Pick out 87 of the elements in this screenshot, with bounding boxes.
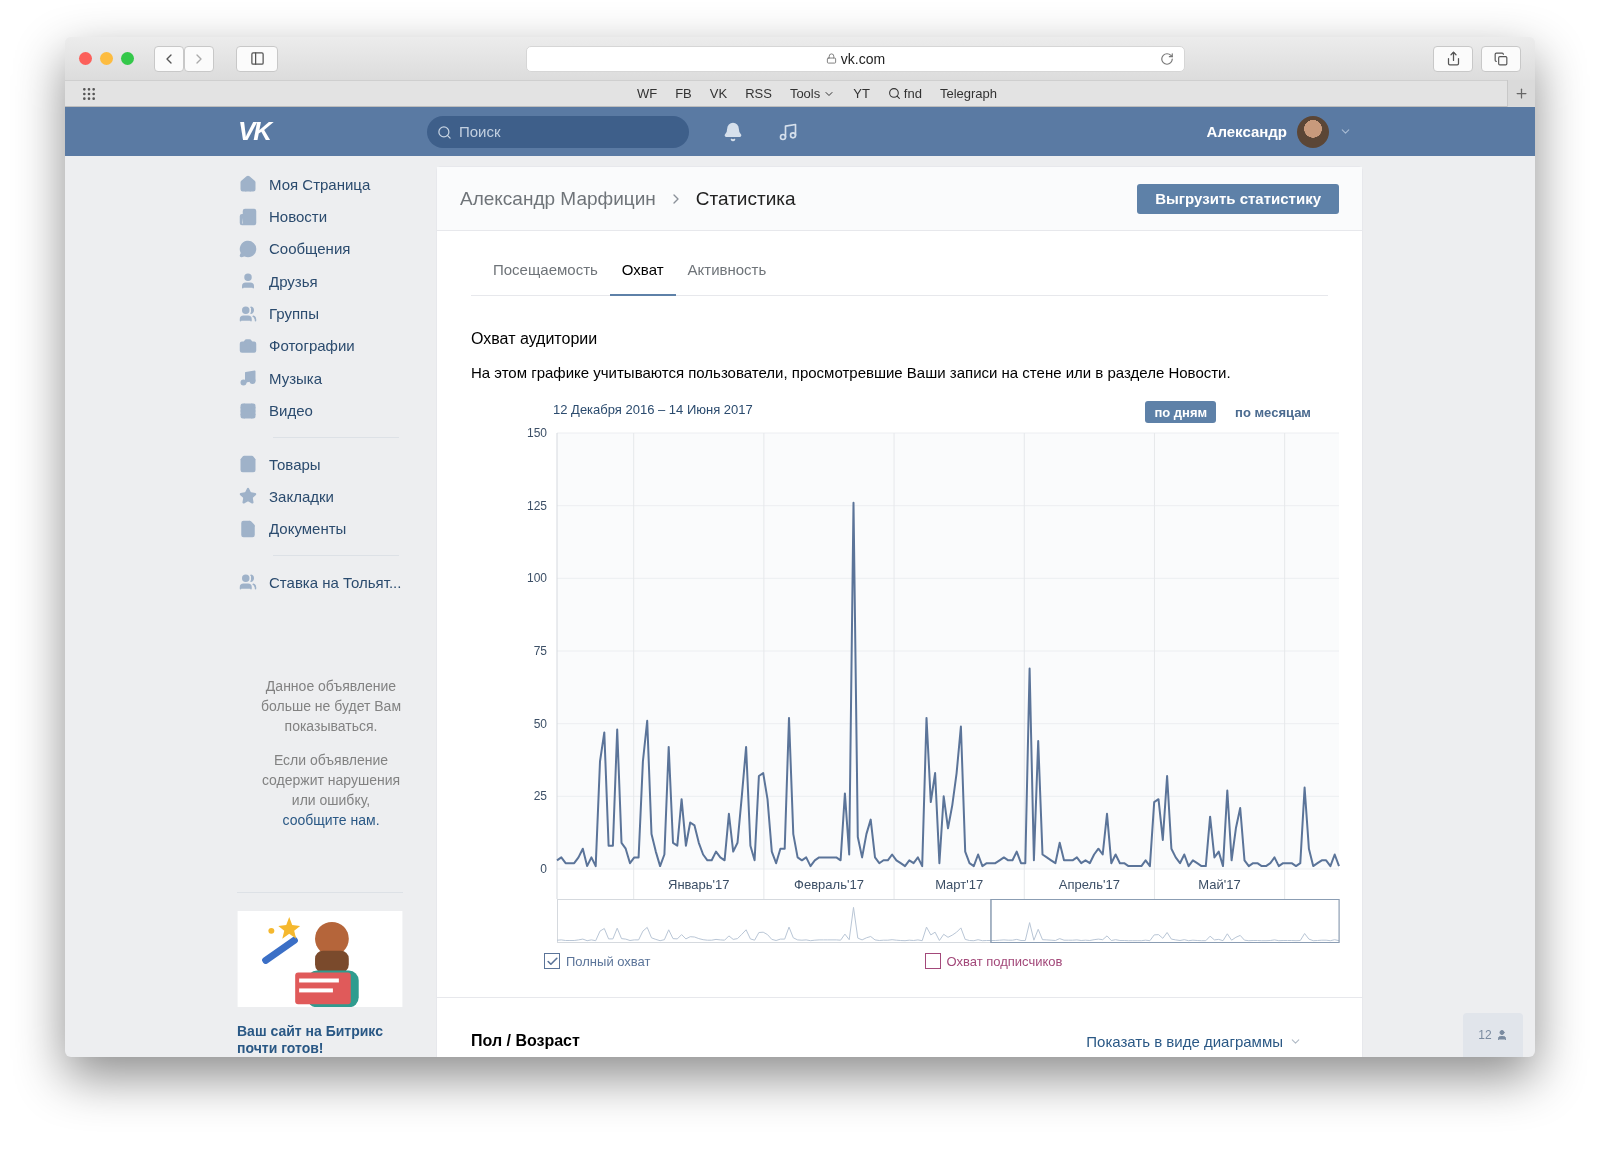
search-icon	[437, 124, 452, 140]
sidebar-item[interactable]: Музыка	[237, 362, 425, 395]
sidebar-item[interactable]: Видео	[237, 394, 425, 427]
x-axis-label: Январь'17	[668, 877, 730, 892]
tab[interactable]: Активность	[675, 249, 779, 296]
bookmark-link[interactable]: VK	[709, 86, 728, 101]
grid-icon[interactable]	[81, 85, 97, 102]
bell-icon[interactable]	[723, 121, 743, 142]
sidebar-item[interactable]: Моя Страница	[237, 168, 425, 201]
logo[interactable]: VK	[238, 116, 427, 147]
notice-text: Данное объявление больше не будет Вам показываться.	[259, 676, 403, 736]
ad-title[interactable]: Ваш сайт на Битрикс почти готов!	[237, 1023, 425, 1057]
period-label: 12 Декабря 2016 – 14 Июня 2017	[553, 401, 753, 417]
home-icon	[239, 175, 257, 194]
people-icon	[239, 573, 257, 592]
address-bar[interactable]: vk.com	[526, 45, 1185, 72]
search-icon	[887, 87, 901, 100]
bookmark-link[interactable]: Tools	[789, 86, 836, 101]
report-link[interactable]: сообщите нам.	[282, 811, 380, 828]
sidebar-item[interactable]: Сообщения	[237, 232, 425, 266]
star-icon	[239, 487, 257, 506]
sidebar-item[interactable]: Товары	[237, 447, 425, 481]
bookmark-link[interactable]: FB	[675, 86, 692, 101]
bookmark-link[interactable]: fnd	[887, 86, 922, 101]
sidebar-item[interactable]: Фотографии	[237, 329, 425, 363]
tabs-icon	[1494, 51, 1508, 66]
bookmark-link[interactable]: RSS	[745, 86, 772, 101]
y-axis-label: 75	[533, 644, 547, 658]
y-axis-label: 125	[526, 498, 547, 513]
tab[interactable]: Охват	[609, 249, 676, 296]
checkbox[interactable]	[544, 953, 560, 969]
new-tab-button[interactable]	[1507, 80, 1535, 107]
camera-icon	[239, 336, 257, 355]
export-button[interactable]: Выгрузить статистику	[1137, 183, 1339, 214]
lock-icon	[825, 53, 837, 64]
y-axis-label: 50	[533, 716, 547, 731]
music-note-icon[interactable]	[778, 121, 798, 142]
y-axis-label: 25	[533, 789, 547, 804]
share-button[interactable]	[1433, 45, 1473, 72]
chat-icon	[239, 239, 257, 258]
person-icon	[1495, 1029, 1508, 1041]
page-title: Статистика	[695, 187, 796, 210]
bookmark-link[interactable]: Telegraph	[939, 86, 998, 101]
reload-icon[interactable]	[1160, 51, 1174, 66]
person-icon	[239, 272, 257, 291]
navigator-drawing[interactable]	[557, 899, 1340, 943]
x-axis-label: Февраль'17	[794, 877, 864, 892]
people-icon	[239, 304, 257, 323]
sidebar-item[interactable]: Новости	[237, 200, 425, 233]
section-title: Пол / Возраст	[471, 1032, 580, 1050]
period-toggle[interactable]: по месяцам	[1226, 401, 1320, 423]
sidebar-item[interactable]: Документы	[237, 512, 425, 545]
description: На этом графике учитываются пользователи, просмотревшие Ваши записи на стене или в разделе Новости.	[471, 364, 1232, 381]
search-field[interactable]: Поиск	[427, 115, 689, 148]
view-toggle-link[interactable]: Показать в виде диаграммы	[1086, 1032, 1302, 1050]
sidebar-button[interactable]	[236, 45, 278, 72]
x-axis-label: Май'17	[1198, 877, 1241, 892]
avatar[interactable]	[1297, 115, 1329, 148]
bookmark-link[interactable]: WF	[636, 86, 658, 101]
bookmark-link[interactable]: YT	[853, 86, 870, 101]
user-name[interactable]: Александр	[1206, 123, 1287, 140]
y-axis-label: 0	[540, 862, 547, 876]
x-axis-label: Март'17	[935, 877, 984, 892]
sidebar-item[interactable]: Группы	[237, 297, 425, 330]
notice-text: Если объявление содержит нарушения или ошибку, сообщите нам.	[260, 750, 402, 830]
sidebar-icon	[249, 51, 265, 66]
back-button[interactable]	[154, 45, 184, 72]
tabs-button[interactable]	[1481, 45, 1521, 72]
sidebar-item[interactable]: Закладки	[237, 480, 425, 513]
tab[interactable]: Посещаемость	[481, 249, 610, 296]
x-axis-label: Апрель'17	[1058, 877, 1120, 892]
plus-icon	[1514, 86, 1529, 101]
y-axis-label: 100	[526, 571, 547, 586]
newspaper-icon	[239, 207, 257, 226]
document-icon	[239, 519, 257, 538]
share-icon	[1445, 51, 1461, 66]
legend-checkbox[interactable]: Охват подписчиков	[924, 953, 1063, 969]
checkbox[interactable]	[924, 953, 941, 969]
music-note-icon	[239, 369, 257, 388]
section-title: Охват аудитории	[471, 330, 599, 348]
sidebar-item[interactable]: Ставка на Тольят...	[237, 565, 425, 599]
legend-checkbox[interactable]: Полный охват	[544, 953, 651, 969]
y-axis-label: 150	[526, 426, 547, 440]
close-button[interactable]	[79, 52, 92, 65]
period-toggle[interactable]: по дням	[1145, 401, 1217, 423]
breadcrumb-link[interactable]: Александр Марфицин	[460, 187, 656, 210]
sidebar-item[interactable]: Друзья	[237, 265, 425, 298]
